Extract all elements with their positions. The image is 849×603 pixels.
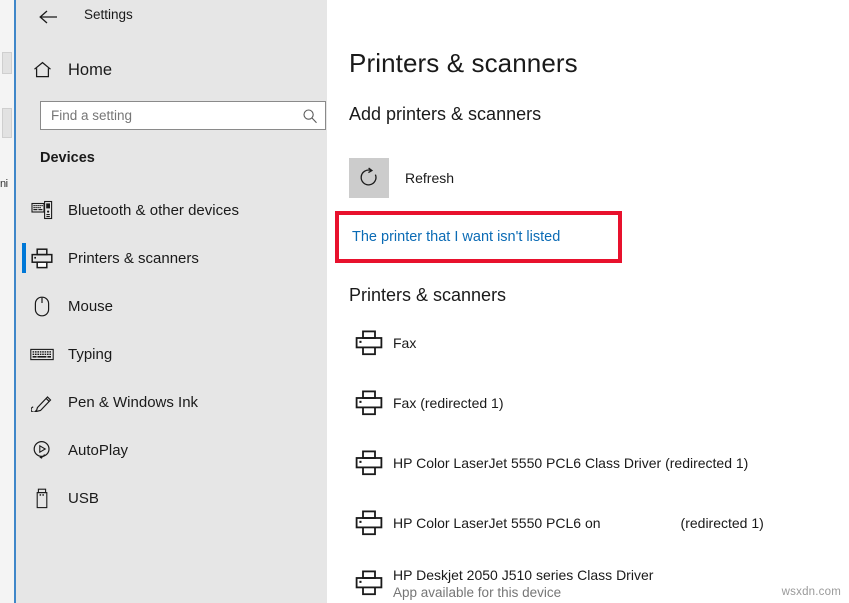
page-title: Printers & scanners xyxy=(349,48,578,79)
background-window-text: ni xyxy=(0,178,14,190)
printer-name: Fax (redirected 1) xyxy=(393,395,503,411)
list-item-text: HP Deskjet 2050 J510 series Class Driver… xyxy=(393,567,653,600)
list-item[interactable]: HP Color LaserJet 5550 PCL6 Class Driver… xyxy=(345,433,849,493)
printer-name-head: HP Color LaserJet 5550 PCL6 on xyxy=(393,515,601,531)
printer-name: Fax xyxy=(393,335,416,351)
back-button[interactable] xyxy=(32,2,66,32)
main-content: Printers & scanners Add printers & scann… xyxy=(327,0,849,603)
sidebar-item-pen-windows-ink[interactable]: Pen & Windows Ink xyxy=(16,378,327,426)
sidebar-item-label: Bluetooth & other devices xyxy=(68,202,239,219)
sidebar-item-label: AutoPlay xyxy=(68,442,128,459)
list-item-text: Fax xyxy=(393,335,416,351)
title-bar: Settings xyxy=(16,0,327,40)
refresh-icon xyxy=(349,158,389,198)
sidebar: Settings Home Devices xyxy=(16,0,327,603)
printer-icon xyxy=(345,390,393,416)
sidebar-item-home[interactable]: Home xyxy=(16,52,327,88)
sidebar-item-typing[interactable]: Typing xyxy=(16,330,327,378)
list-item-text: Fax (redirected 1) xyxy=(393,395,503,411)
printer-name: HP Deskjet 2050 J510 series Class Driver xyxy=(393,567,653,583)
search-input[interactable] xyxy=(41,102,295,129)
list-item[interactable]: HP Deskjet 2050 J510 series Class Driver… xyxy=(345,553,849,603)
printer-icon xyxy=(345,450,393,476)
printer-name-tail: (redirected 1) xyxy=(681,515,764,531)
printer-icon xyxy=(345,330,393,356)
pen-icon xyxy=(16,392,68,412)
home-icon xyxy=(16,61,68,79)
printer-name: HP Color LaserJet 5550 PCL6 Class Driver… xyxy=(393,455,748,471)
list-item[interactable]: Fax (redirected 1) xyxy=(345,373,849,433)
search-box[interactable] xyxy=(40,101,326,130)
window-title: Settings xyxy=(84,4,133,26)
list-item-text: HP Color LaserJet 5550 PCL6 on (redirecte… xyxy=(393,515,764,531)
refresh-button[interactable]: Refresh xyxy=(349,158,454,198)
bluetooth-devices-icon xyxy=(16,200,68,220)
list-item[interactable]: HP Color LaserJet 5550 PCL6 on (redirecte… xyxy=(345,493,849,553)
printer-icon xyxy=(345,510,393,536)
sidebar-nav-list: Bluetooth & other devices Printers & sca… xyxy=(16,186,327,522)
sidebar-item-bluetooth-other-devices[interactable]: Bluetooth & other devices xyxy=(16,186,327,234)
sidebar-item-printers-scanners[interactable]: Printers & scanners xyxy=(16,234,327,282)
autoplay-icon xyxy=(16,440,68,460)
selection-indicator xyxy=(22,243,26,273)
sidebar-item-mouse[interactable]: Mouse xyxy=(16,282,327,330)
printers-list: Fax Fax (redirected 1) xyxy=(345,313,849,603)
printers-list-heading: Printers & scanners xyxy=(349,285,506,306)
add-printers-heading: Add printers & scanners xyxy=(349,104,541,125)
background-window-fragment xyxy=(2,52,12,74)
sidebar-item-label: USB xyxy=(68,490,99,507)
sidebar-item-label: Mouse xyxy=(68,298,113,315)
list-item-text: HP Color LaserJet 5550 PCL6 Class Driver… xyxy=(393,455,748,471)
sidebar-item-home-label: Home xyxy=(68,61,112,80)
search-icon[interactable] xyxy=(295,108,325,124)
sidebar-item-label: Printers & scanners xyxy=(68,250,199,267)
keyboard-icon xyxy=(16,347,68,362)
highlight-annotation-box: The printer that I want isn't listed xyxy=(335,211,622,263)
sidebar-item-label: Typing xyxy=(68,346,112,363)
sidebar-item-autoplay[interactable]: AutoPlay xyxy=(16,426,327,474)
printer-not-listed-link[interactable]: The printer that I want isn't listed xyxy=(352,229,560,245)
mouse-icon xyxy=(16,296,68,317)
list-item[interactable]: Fax xyxy=(345,313,849,373)
background-window-fragment xyxy=(2,108,12,138)
refresh-label: Refresh xyxy=(405,170,454,186)
watermark: wsxdn.com xyxy=(782,586,841,598)
printer-icon xyxy=(345,570,393,596)
background-window-strip xyxy=(0,0,14,603)
printer-status: App available for this device xyxy=(393,585,653,600)
settings-window: ni Settings Home xyxy=(0,0,849,603)
sidebar-section-title: Devices xyxy=(40,150,95,166)
printer-name: HP Color LaserJet 5550 PCL6 on (redirecte… xyxy=(393,515,764,531)
sidebar-item-usb[interactable]: USB xyxy=(16,474,327,522)
usb-icon xyxy=(16,488,68,509)
sidebar-item-label: Pen & Windows Ink xyxy=(68,394,198,411)
